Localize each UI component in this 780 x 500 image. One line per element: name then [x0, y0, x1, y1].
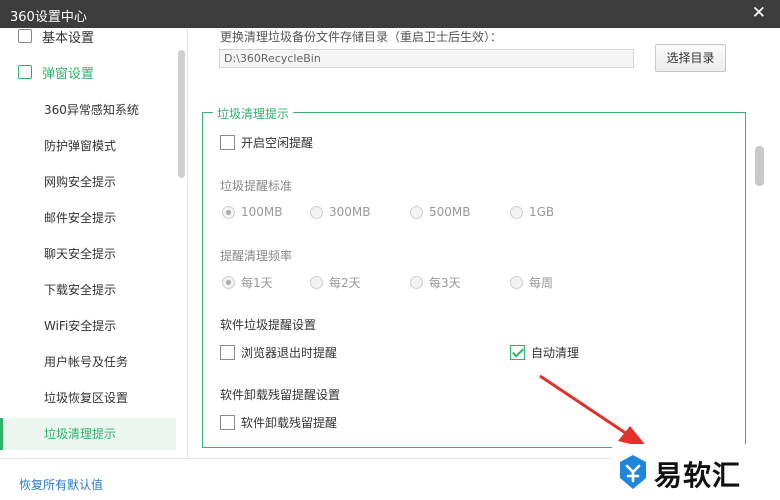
close-icon[interactable]: ✕: [752, 3, 766, 23]
backup-path-label: 更换清理垃圾备份文件存储目录（重启卫士后生效）：: [220, 30, 503, 44]
size-standard-label: 垃圾提醒标准: [220, 179, 293, 193]
checkbox-box: [220, 344, 235, 360]
checkbox-label: 软件卸载残留提醒: [241, 415, 338, 430]
sidebar-group-label: 基本设置: [42, 30, 95, 46]
sidebar-group-popup-settings[interactable]: 弹窗设置: [18, 61, 94, 83]
basic-settings-icon: [18, 29, 32, 43]
uninstall-reminder-label: 软件卸载残留提醒设置: [220, 388, 341, 402]
checkbox-box: [510, 344, 525, 360]
checkbox-label: 浏览器退出时提醒: [241, 345, 338, 360]
title-bar: 360设置中心 ✕: [0, 0, 780, 28]
frequency-option-1day[interactable]: 每1天: [222, 273, 273, 291]
radio-label: 每2天: [329, 275, 361, 290]
popup-settings-icon: [18, 65, 32, 79]
main-panel: 更换清理垃圾备份文件存储目录（重启卫士后生效）： D:\360RecycleBi…: [189, 28, 780, 458]
sidebar-item-chat-safety[interactable]: 聊天安全提示: [0, 238, 176, 270]
sidebar-item-recycle-area[interactable]: 垃圾恢复区设置: [0, 382, 176, 414]
frequency-option-3day[interactable]: 每3天: [410, 273, 461, 291]
frequency-label: 提醒清理频率: [220, 249, 293, 263]
sidebar-item-shopping-safety[interactable]: 网购安全提示: [0, 166, 176, 198]
frequency-option-weekly[interactable]: 每周: [510, 273, 553, 291]
checkbox-box: [220, 414, 235, 430]
size-option-1gb[interactable]: 1GB: [510, 203, 554, 221]
radio-label: 300MB: [329, 205, 371, 219]
sidebar-item-wifi-safety[interactable]: WiFi安全提示: [0, 310, 176, 342]
size-option-100mb[interactable]: 100MB: [222, 203, 283, 221]
radio-dot: [410, 275, 423, 289]
watermark: 易软汇: [612, 444, 780, 500]
cleanup-tip-title: 垃圾清理提示: [213, 105, 294, 122]
window-title: 360设置中心: [10, 10, 87, 25]
sidebar-item-account-tasks[interactable]: 用户帐号及任务: [0, 346, 176, 378]
auto-clean-checkbox[interactable]: 自动清理: [510, 343, 579, 361]
sidebar-item-cleanup-tip[interactable]: 垃圾清理提示: [0, 418, 176, 450]
checkbox-box: [220, 134, 235, 150]
size-option-500mb[interactable]: 500MB: [410, 203, 471, 221]
radio-label: 每3天: [429, 275, 461, 290]
radio-label: 500MB: [429, 205, 471, 219]
browser-exit-reminder-checkbox[interactable]: 浏览器退出时提醒: [220, 343, 337, 361]
radio-dot: [510, 205, 523, 219]
frequency-option-2day[interactable]: 每2天: [310, 273, 361, 291]
software-reminder-label: 软件垃圾提醒设置: [220, 318, 317, 332]
radio-label: 每1天: [241, 275, 273, 290]
sidebar-group-label: 弹窗设置: [42, 66, 95, 82]
main-scrollbar[interactable]: [755, 146, 764, 186]
radio-label: 1GB: [529, 205, 555, 219]
sidebar-scrollbar[interactable]: [178, 50, 185, 178]
choose-directory-button[interactable]: 选择目录: [655, 44, 726, 72]
checkbox-label: 自动清理: [531, 345, 580, 360]
checkbox-label: 开启空闲提醒: [241, 135, 314, 150]
radio-dot: [310, 275, 323, 289]
watermark-logo-icon: [620, 455, 646, 489]
radio-dot: [410, 205, 423, 219]
sidebar: 基本设置 弹窗设置 360异常感知系统 防护弹窗模式 网购安全提示 邮件安全提示…: [0, 28, 188, 458]
radio-dot: [510, 275, 523, 289]
radio-dot: [222, 205, 235, 219]
restore-defaults-link[interactable]: 恢复所有默认值: [19, 476, 103, 493]
sidebar-item-mail-safety[interactable]: 邮件安全提示: [0, 202, 176, 234]
sidebar-item-popup-mode[interactable]: 防护弹窗模式: [0, 130, 176, 162]
radio-dot: [222, 275, 235, 289]
sidebar-item-download-safety[interactable]: 下载安全提示: [0, 274, 176, 306]
sidebar-item-anomaly-perception[interactable]: 360异常感知系统: [0, 94, 176, 126]
backup-path-field[interactable]: D:\360RecycleBin: [219, 49, 634, 68]
size-option-300mb[interactable]: 300MB: [310, 203, 371, 221]
uninstall-residue-reminder-checkbox[interactable]: 软件卸载残留提醒: [220, 413, 337, 431]
idle-reminder-checkbox[interactable]: 开启空闲提醒: [220, 133, 313, 151]
watermark-text: 易软汇: [654, 459, 742, 492]
radio-label: 100MB: [241, 205, 283, 219]
radio-label: 每周: [529, 275, 554, 290]
radio-dot: [310, 205, 323, 219]
sidebar-group-basic-settings[interactable]: 基本设置: [18, 28, 94, 47]
